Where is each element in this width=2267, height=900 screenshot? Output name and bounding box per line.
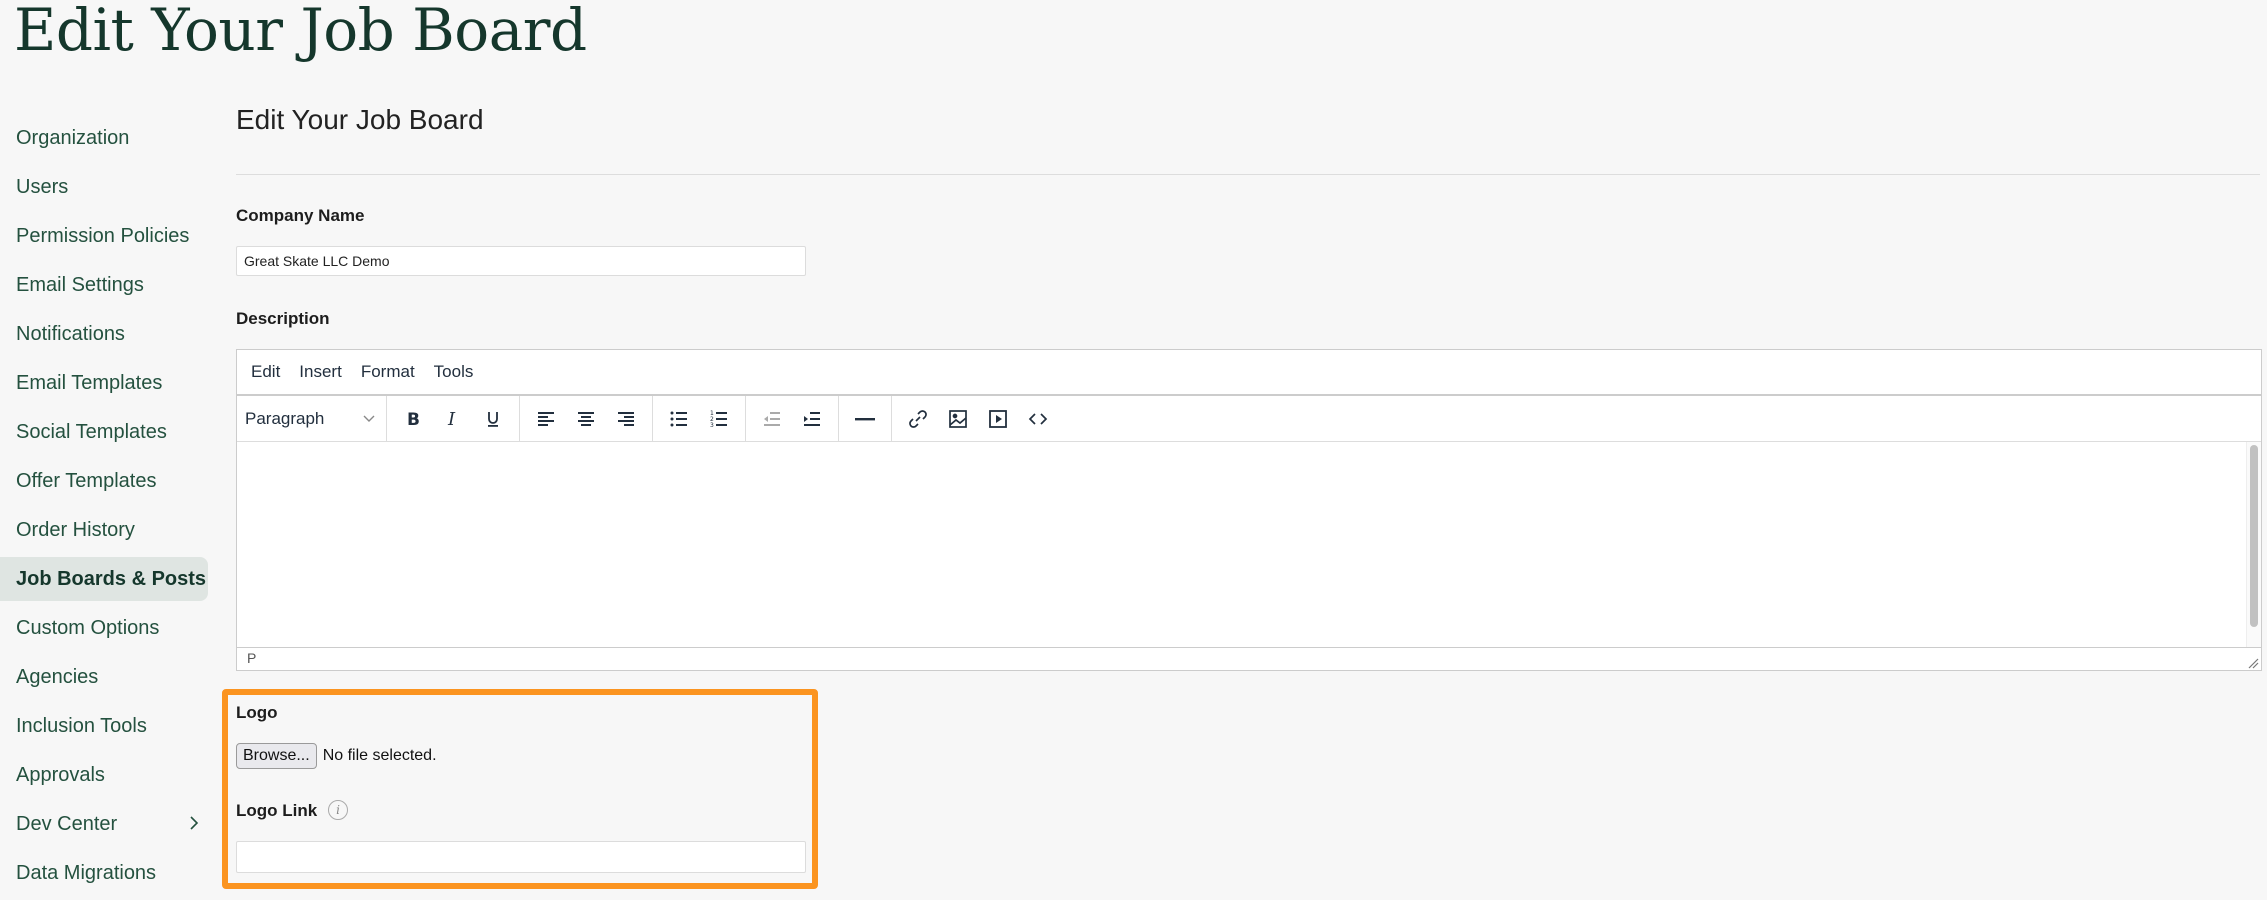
editor-scrollbar[interactable] [2246,442,2261,647]
sidebar-item-inclusion-tools[interactable]: Inclusion Tools [0,704,208,748]
sidebar-item-label: Data Migrations [16,861,157,884]
description-label: Description [236,309,330,328]
sidebar-item-offer-templates[interactable]: Offer Templates [0,459,208,503]
sidebar-item-users[interactable]: Users [0,165,208,209]
sidebar-item-data-migrations[interactable]: Data Migrations [0,851,208,895]
rich-text-editor: Edit Insert Format Tools Paragraph B I 1… [236,349,2262,671]
company-name-input[interactable] [236,246,806,276]
horizontal-rule-icon[interactable] [848,402,882,436]
info-icon[interactable]: i [328,800,348,820]
insert-group [892,396,1064,441]
menu-insert[interactable]: Insert [299,362,342,382]
sidebar-item-custom-options[interactable]: Custom Options [0,606,208,650]
sidebar-item-label: Email Templates [16,371,163,394]
alignment-group [520,396,653,441]
chevron-down-icon [362,409,376,429]
chevron-right-icon [188,813,200,839]
align-left-icon[interactable] [529,402,563,436]
text-style-group: B I [387,396,520,441]
svg-text:B: B [407,410,420,429]
sidebar-item-agencies[interactable]: Agencies [0,655,208,699]
logo-link-input[interactable] [236,841,806,873]
sidebar-item-order-history[interactable]: Order History [0,508,208,552]
sidebar-item-job-boards-posts[interactable]: Job Boards & Posts [0,557,208,601]
menu-tools[interactable]: Tools [434,362,474,382]
sidebar-item-label: Permission Policies [16,224,190,247]
list-group: 123 [653,396,746,441]
insert-hr-group [839,396,892,441]
underline-icon[interactable] [476,402,510,436]
sidebar-item-label: Email Settings [16,273,144,296]
image-icon[interactable] [941,402,975,436]
company-name-label: Company Name [236,206,365,225]
bold-icon[interactable]: B [396,402,430,436]
sidebar-item-permission-policies[interactable]: Permission Policies [0,214,208,258]
source-code-icon[interactable] [1021,402,1055,436]
sidebar-item-approvals[interactable]: Approvals [0,753,208,797]
italic-icon[interactable]: I [436,402,470,436]
sidebar-item-label: Organization [16,126,130,149]
sidebar-item-email-templates[interactable]: Email Templates [0,361,208,405]
sidebar-item-label: Approvals [16,763,105,786]
sidebar-nav: Organization Users Permission Policies E… [0,116,208,900]
sidebar-item-label: Dev Center [16,812,118,835]
logo-file-input: Browse... No file selected. [236,743,437,769]
browse-button[interactable]: Browse... [236,743,317,769]
sidebar-item-label: Job Boards & Posts [16,567,207,590]
link-icon[interactable] [901,402,935,436]
indent-icon[interactable] [795,402,829,436]
file-status: No file selected. [322,747,437,764]
outdent-icon[interactable] [755,402,789,436]
align-center-icon[interactable] [569,402,603,436]
menu-edit[interactable]: Edit [251,362,280,382]
indent-group [746,396,839,441]
menu-format[interactable]: Format [361,362,415,382]
element-path[interactable]: P [247,650,256,666]
sidebar-item-notifications[interactable]: Notifications [0,312,208,356]
sidebar-item-label: Offer Templates [16,469,157,492]
editor-content-area[interactable] [237,442,2261,648]
sidebar-item-label: Order History [16,518,135,541]
sidebar-item-label: Agencies [16,665,99,688]
page-title: Edit Your Job Board [14,0,587,64]
divider [236,174,2260,175]
numbered-list-icon[interactable]: 123 [702,402,736,436]
bullet-list-icon[interactable] [662,402,696,436]
sidebar-item-label: Social Templates [16,420,167,443]
svg-text:3: 3 [710,422,714,429]
resize-handle-icon[interactable] [2247,654,2259,669]
sidebar-item-social-templates[interactable]: Social Templates [0,410,208,454]
editor-statusbar: P [237,648,2261,669]
sidebar-item-dev-center[interactable]: Dev Center [0,802,208,846]
sidebar-item-label: Custom Options [16,616,160,639]
sidebar-item-label: Notifications [16,322,125,345]
sidebar-item-label: Users [16,175,69,198]
sidebar-item-label: Inclusion Tools [16,714,147,737]
editor-toolbar: Paragraph B I 1 2 3 [237,396,2261,442]
editor-menubar: Edit Insert Format Tools [237,350,2261,396]
block-format-value: Paragraph [245,408,325,428]
sidebar-item-organization[interactable]: Organization [0,116,208,160]
scrollbar-thumb[interactable] [2250,445,2258,627]
media-icon[interactable] [981,402,1015,436]
logo-link-label: Logo Link [236,801,318,820]
align-right-icon[interactable] [609,402,643,436]
block-format-select[interactable]: Paragraph [237,396,387,441]
svg-text:I: I [447,409,456,429]
sidebar-item-email-settings[interactable]: Email Settings [0,263,208,307]
section-title: Edit Your Job Board [236,104,484,135]
logo-label: Logo [236,703,278,722]
